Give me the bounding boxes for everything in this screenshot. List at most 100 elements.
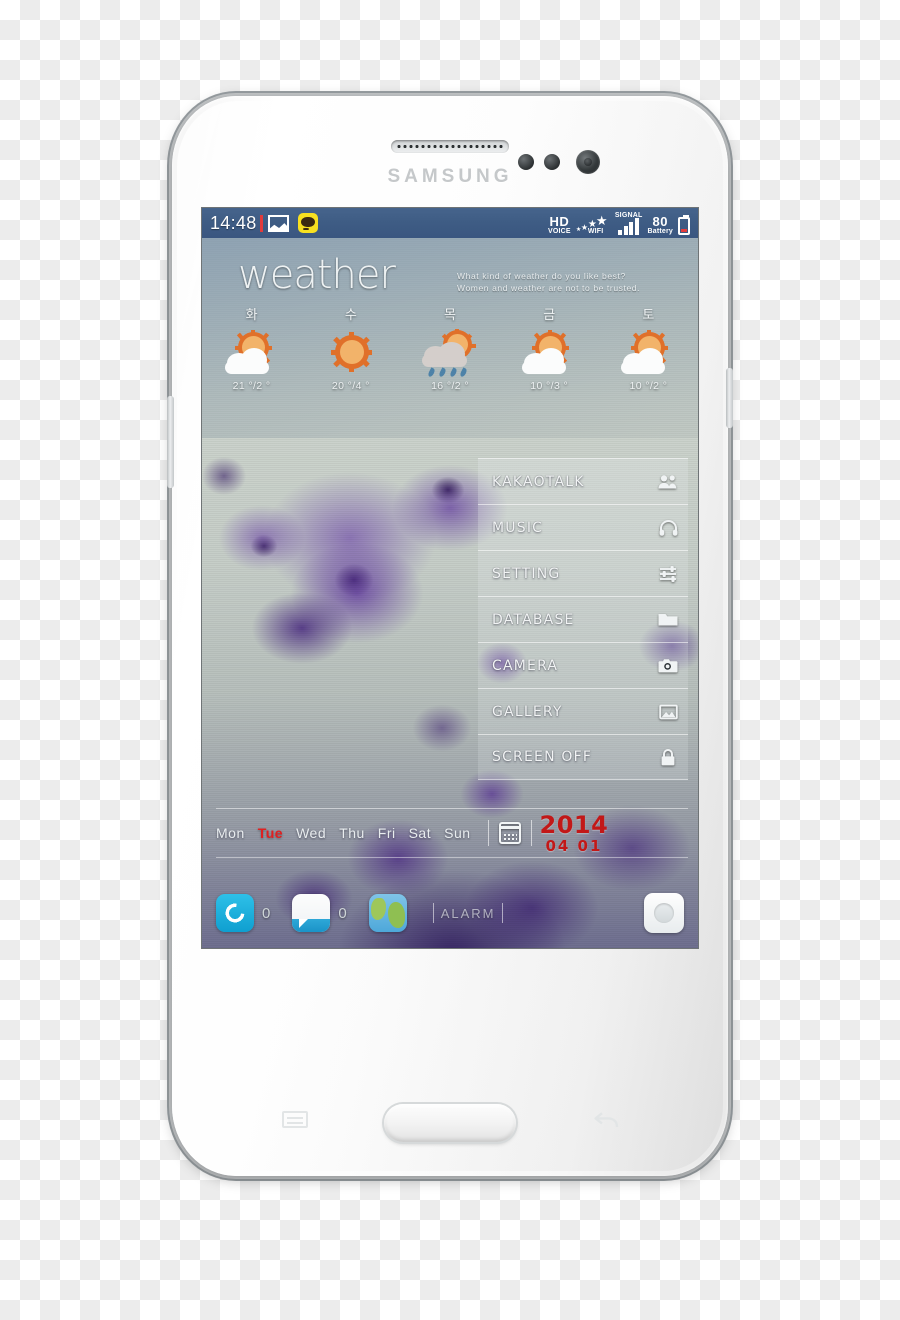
front-camera-icon [576,150,600,174]
message-unread-count: 0 [338,904,347,922]
forecast-day[interactable]: 수 20 °/4 ° [301,304,400,392]
power-button[interactable] [726,368,733,428]
forecast-day[interactable]: 토 10 °/2 ° [599,304,698,392]
calendar-icon[interactable] [498,822,521,844]
phone-device: SAMSUNG 14:48 HD VOICE ★ ★ ★ ★ WIFI SIGN… [167,96,733,1176]
volume-button[interactable] [167,396,174,488]
light-sensor-icon [544,154,560,170]
phone-screen[interactable]: 14:48 HD VOICE ★ ★ ★ ★ WIFI SIGNAL 80 Ba… [202,208,698,948]
camera-icon [658,657,678,675]
weather-widget[interactable]: weather What kind of weather do you like… [202,238,698,438]
apps-grid-icon[interactable] [644,893,684,933]
menu-item-label: KAKAOTALK [492,473,585,490]
menu-item-label: SETTING [492,565,561,582]
headphones-icon [658,519,678,537]
forecast-temp: 21 °/2 ° [232,380,271,392]
sun-behind-cloud-icon [617,329,679,377]
status-clock: 14:48 [210,212,257,233]
picture-icon [658,703,678,721]
wifi-label: WIFI [587,227,604,235]
menu-item-label: GALLERY [492,703,563,720]
status-bar[interactable]: 14:48 HD VOICE ★ ★ ★ ★ WIFI SIGNAL 80 Ba… [202,208,698,238]
forecast-row: 화 21 °/2 ° 수 20 °/4 ° 목 16 °/2 ° 금 10 °/… [202,304,698,392]
shortcut-menu-list: KAKAOTALK MUSIC SETTING DATABASE CAMERA … [478,458,688,780]
status-right-group: HD VOICE ★ ★ ★ ★ WIFI SIGNAL 80 Battery [548,212,690,235]
date-month-day: 04 01 [545,836,603,855]
globe-icon[interactable] [368,894,407,932]
battery-label: Battery [647,227,673,235]
dock-browser[interactable] [368,894,407,932]
kakaotalk-icon [297,213,318,233]
menu-key-icon[interactable] [282,1111,308,1128]
image-icon [267,214,289,232]
alarm-divider-right [502,903,504,923]
home-button[interactable] [384,1104,516,1142]
forecast-temp: 20 °/4 ° [331,380,370,392]
menu-item-music[interactable]: MUSIC [478,504,688,550]
weather-tagline-line2: Women and weather are not to be trusted. [457,283,641,293]
battery-percent: 80 [652,213,668,229]
forecast-day-label: 금 [543,307,556,322]
forecast-day[interactable]: 목 16 °/2 ° [400,304,499,392]
clock-divider [259,214,263,232]
forecast-day-label: 수 [344,307,357,322]
menu-item-label: DATABASE [492,611,575,628]
message-icon[interactable] [292,894,331,932]
menu-item-screen-off[interactable]: SCREEN OFF [478,734,688,780]
forecast-day[interactable]: 금 10 °/3 ° [500,304,599,392]
dock-messages[interactable]: 0 [292,894,347,932]
dock-bar: 0 0 ALARM [202,878,698,948]
signal-bars [618,217,639,235]
menu-item-label: CAMERA [492,657,559,674]
battery-icon [678,214,690,235]
sun-icon [320,329,382,377]
day-date-bar[interactable]: Mon Tue Wed Thu Fri Sat Sun 2014 04 01 [216,808,688,858]
day-wed[interactable]: Wed [296,825,326,841]
forecast-temp: 10 °/3 ° [530,380,569,392]
proximity-sensor-icon [518,154,534,170]
lock-icon [658,748,678,766]
menu-item-kakaotalk[interactable]: KAKAOTALK [478,458,688,504]
dock-alarm[interactable]: ALARM [432,903,504,923]
menu-item-label: MUSIC [492,519,544,536]
phone-missed-count: 0 [262,904,271,922]
day-sat[interactable]: Sat [409,825,432,841]
day-thu[interactable]: Thu [339,825,365,841]
forecast-day-label: 목 [444,307,456,322]
day-mon[interactable]: Mon [216,825,245,841]
menu-item-database[interactable]: DATABASE [478,596,688,642]
sliders-icon [658,565,678,583]
phone-icon[interactable] [216,894,254,932]
weather-title: weather [238,252,396,298]
hd-voice-line2: VOICE [548,227,571,235]
day-fri[interactable]: Fri [378,825,396,841]
forecast-temp: 16 °/2 ° [431,380,469,392]
forecast-day[interactable]: 화 21 °/2 ° [202,304,301,392]
forecast-temp: 10 °/2 ° [629,380,668,392]
menu-item-label: SCREEN OFF [492,749,593,765]
weather-tagline: What kind of weather do you like best? W… [457,270,667,294]
menu-item-setting[interactable]: SETTING [478,550,688,596]
sun-behind-cloud-icon [221,329,283,377]
menu-item-gallery[interactable]: GALLERY [478,688,688,734]
folder-icon [658,611,678,629]
dock-phone[interactable]: 0 [216,894,270,932]
day-sun[interactable]: Sun [444,825,470,841]
back-key-icon[interactable] [590,1108,620,1130]
menu-item-camera[interactable]: CAMERA [478,642,688,688]
forecast-day-label: 토 [642,307,655,322]
hd-voice-icon: HD VOICE [548,215,571,235]
alarm-label: ALARM [440,905,496,921]
apps-grid-dots [657,906,671,920]
alarm-divider-left [432,903,434,923]
brand-logo: SAMSUNG [387,166,513,187]
wifi-icon: ★ ★ ★ ★ WIFI [575,212,608,235]
day-tue[interactable]: Tue [258,825,283,841]
battery-level: 80 Battery [647,215,673,235]
sun-behind-cloud-icon [518,329,580,377]
hd-voice-line1: HD [549,213,570,229]
forecast-day-label: 화 [245,307,258,322]
date-display: 2014 04 01 [540,813,609,854]
signal-icon: SIGNAL [615,212,643,235]
rain-with-sun-icon [419,329,481,378]
